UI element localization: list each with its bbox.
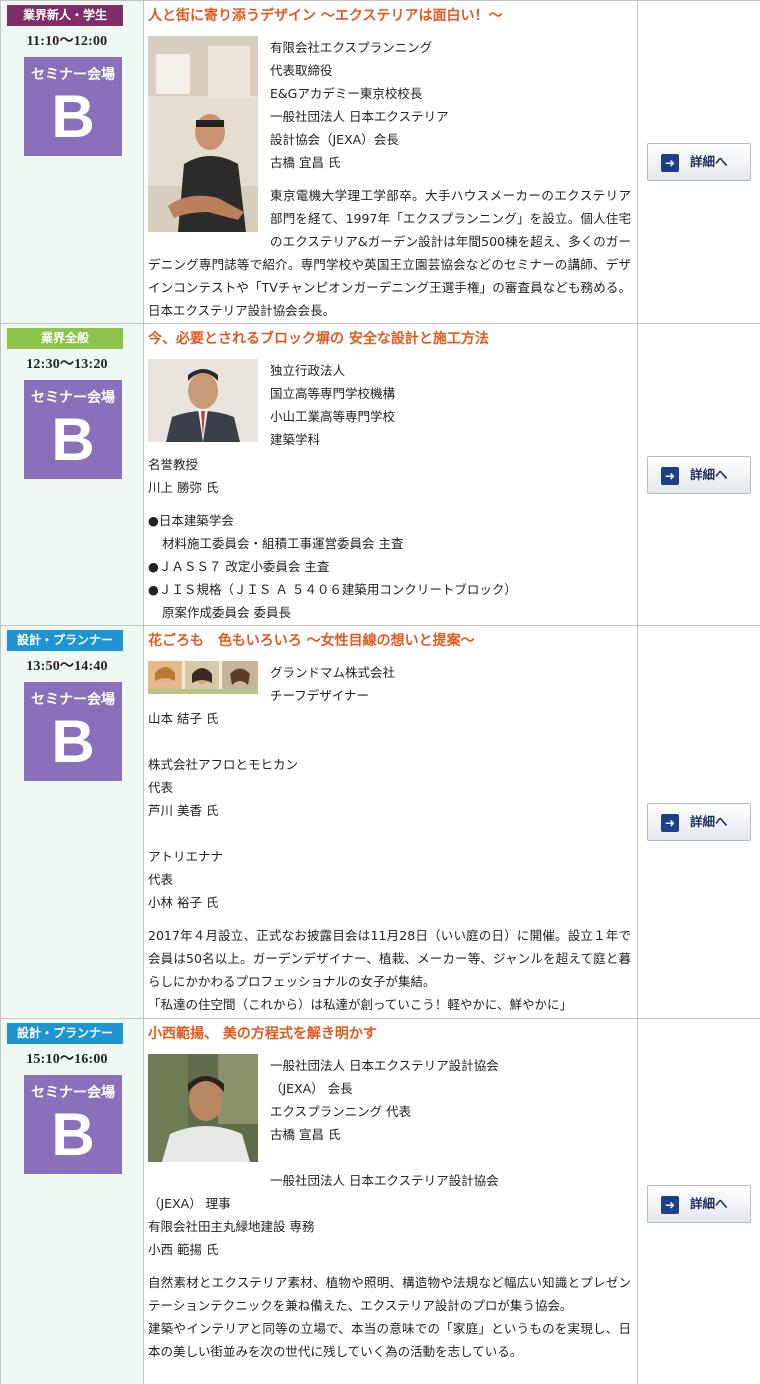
seminar-content-cell: 花ごろも 色もいろいろ ～女性目線の想いと提案～ グランドマム株式会社 チーフデ… xyxy=(143,625,638,1019)
venue-badge: セミナー会場 B xyxy=(24,1075,122,1174)
description-paragraph: 2017年４月設立、正式なお披露目会は11月28日（いい庭の日）に開催。設立１年… xyxy=(148,928,631,989)
speaker-name: 小西 範揚 氏 xyxy=(148,1242,219,1257)
seminar-row: 設計・プランナー 15:10～16:00 セミナー会場 B 小西範揚、 美の方程… xyxy=(0,1018,760,1384)
action-cell: ➜ 詳細へ xyxy=(637,0,760,324)
speaker-name: 小林 裕子 氏 xyxy=(148,895,219,910)
group-description: 自然素材とエクステリア素材、植物や照明、構造物や法規など幅広い知識とプレゼンテー… xyxy=(148,1271,631,1363)
description-paragraph: 建築やインテリアと同等の立場で、本当の意味での「家庭」というものを実現し、日本の… xyxy=(148,1321,631,1359)
details-button[interactable]: ➜ 詳細へ xyxy=(647,455,751,494)
speaker-info-line: 有限会社田主丸緑地建設 専務 xyxy=(148,1219,315,1234)
speaker-info-line: 一般社団法人 日本エクステリア設計協会 xyxy=(270,1173,499,1188)
arrow-right-icon: ➜ xyxy=(661,154,679,172)
description-paragraph: 「私達の住空間（これから）は私達が創っていこう！軽やかに、鮮やかに」 xyxy=(148,997,573,1012)
speaker-info-line: （JEXA） 理事 xyxy=(148,1196,231,1211)
spacer-line xyxy=(148,730,631,753)
seminar-content-cell: 人と街に寄り添うデザイン ～エクステリアは面白い！～ 有限会社エクスプランニング… xyxy=(143,0,638,324)
speaker-info-line: 代表 xyxy=(148,872,174,887)
venue-badge: セミナー会場 B xyxy=(24,57,122,156)
speaker-photo xyxy=(148,1054,258,1169)
venue-label: セミナー会場 xyxy=(31,692,115,708)
category-badge: 業界新人・学生 xyxy=(7,5,123,26)
speaker-name: 芦川 美香 氏 xyxy=(148,803,219,818)
arrow-right-icon: ➜ xyxy=(661,466,679,485)
session-info-cell: 業界新人・学生 11:10～12:00 セミナー会場 B xyxy=(0,0,144,324)
session-info-cell: 業界全般 12:30～13:20 セミナー会場 B xyxy=(0,323,144,626)
seminar-title: 小西範揚、 美の方程式を解き明かす xyxy=(148,1026,377,1042)
details-button-label: 詳細へ xyxy=(690,1195,728,1211)
seminar-title: 人と街に寄り添うデザイン ～エクステリアは面白い！～ xyxy=(148,8,503,24)
venue-label: セミナー会場 xyxy=(31,1085,115,1101)
venue-letter: B xyxy=(51,1101,95,1168)
details-button[interactable]: ➜ 詳細へ xyxy=(647,803,751,841)
venue-label: セミナー会場 xyxy=(31,67,115,83)
seminar-content-cell: 小西範揚、 美の方程式を解き明かす 一般社団法人 日本エクステリア設計協会 （J… xyxy=(143,1018,638,1384)
venue-letter: B xyxy=(51,83,95,150)
credential-sub: 原案作成委員会 委員長 xyxy=(162,605,291,620)
action-cell: ➜ 詳細へ xyxy=(637,323,760,626)
venue-badge: セミナー会場 B xyxy=(24,682,122,781)
seminar-title: 花ごろも 色もいろいろ ～女性目線の想いと提案～ xyxy=(148,633,475,649)
venue-label: セミナー会場 xyxy=(31,390,115,406)
speaker-photo xyxy=(148,661,258,701)
action-cell: ➜ 詳細へ xyxy=(637,625,760,1019)
arrow-right-icon: ➜ xyxy=(661,1195,679,1214)
session-time: 12:30～13:20 xyxy=(26,357,108,372)
group-description: 2017年４月設立、正式なお披露目会は11月28日（いい庭の日）に開催。設立１年… xyxy=(148,924,631,1016)
speaker-name: 山本 結子 氏 xyxy=(148,711,219,726)
category-badge: 設計・プランナー xyxy=(7,630,123,651)
speaker-photo xyxy=(148,359,258,449)
credential-sub: 材料施工委員会・組積工事運営委員会 主査 xyxy=(162,536,404,551)
speaker-photo xyxy=(148,36,258,239)
seminar-row: 業界全般 12:30～13:20 セミナー会場 B 今、必要とされるブロック塀の… xyxy=(0,323,760,626)
details-button[interactable]: ➜ 詳細へ xyxy=(647,143,751,181)
category-badge: 設計・プランナー xyxy=(7,1023,123,1044)
details-button-label: 詳細へ xyxy=(690,466,728,482)
credential-item: ●日本建築学会 xyxy=(148,513,234,528)
seminar-title: 今、必要とされるブロック塀の 安全な設計と施工方法 xyxy=(148,331,489,347)
speaker-info-line: 株式会社アフロとモヒカン xyxy=(148,757,299,772)
details-button-label: 詳細へ xyxy=(690,154,728,169)
session-time: 13:50～14:40 xyxy=(26,659,108,674)
speaker-info-line: 名誉教授 xyxy=(148,457,199,472)
venue-letter: B xyxy=(51,406,95,473)
speaker-info-line: アトリエナナ xyxy=(148,849,224,864)
speaker-info-line: 代表 xyxy=(148,780,174,795)
seminar-row: 業界新人・学生 11:10～12:00 セミナー会場 B 人と街に寄り添うデザイ… xyxy=(0,0,760,324)
credential-item: ●ＪＡＳＳ７ 改定小委員会 主査 xyxy=(148,559,330,574)
credential-item: ●ＪＩＳ規格（ＪＩＳ Ａ ５４０６建築用コンクリートブロック） xyxy=(148,582,517,597)
venue-letter: B xyxy=(51,708,95,775)
seminar-content-cell: 今、必要とされるブロック塀の 安全な設計と施工方法 独立行政法人 国立高等専門学… xyxy=(143,323,638,626)
session-time: 11:10～12:00 xyxy=(26,34,108,49)
action-cell: ➜ 詳細へ xyxy=(637,1018,760,1384)
seminar-schedule-table: 業界新人・学生 11:10～12:00 セミナー会場 B 人と街に寄り添うデザイ… xyxy=(0,0,760,1384)
credentials-list: ●日本建築学会 材料施工委員会・組積工事運営委員会 主査 ●ＪＡＳＳ７ 改定小委… xyxy=(148,509,631,624)
session-info-cell: 設計・プランナー 15:10～16:00 セミナー会場 B xyxy=(0,1018,144,1384)
speaker-name: 川上 勝弥 氏 xyxy=(148,480,219,495)
seminar-row: 設計・プランナー 13:50～14:40 セミナー会場 B 花ごろも 色もいろい… xyxy=(0,625,760,1019)
session-info-cell: 設計・プランナー 13:50～14:40 セミナー会場 B xyxy=(0,625,144,1019)
arrow-right-icon: ➜ xyxy=(661,814,679,832)
description-paragraph: 自然素材とエクステリア素材、植物や照明、構造物や法規など幅広い知識とプレゼンテー… xyxy=(148,1275,631,1313)
spacer-line xyxy=(148,822,631,845)
category-badge: 業界全般 xyxy=(7,328,123,349)
details-button-label: 詳細へ xyxy=(690,814,728,829)
details-button[interactable]: ➜ 詳細へ xyxy=(647,1184,751,1223)
venue-badge: セミナー会場 B xyxy=(24,380,122,479)
session-time: 15:10～16:00 xyxy=(26,1052,108,1067)
